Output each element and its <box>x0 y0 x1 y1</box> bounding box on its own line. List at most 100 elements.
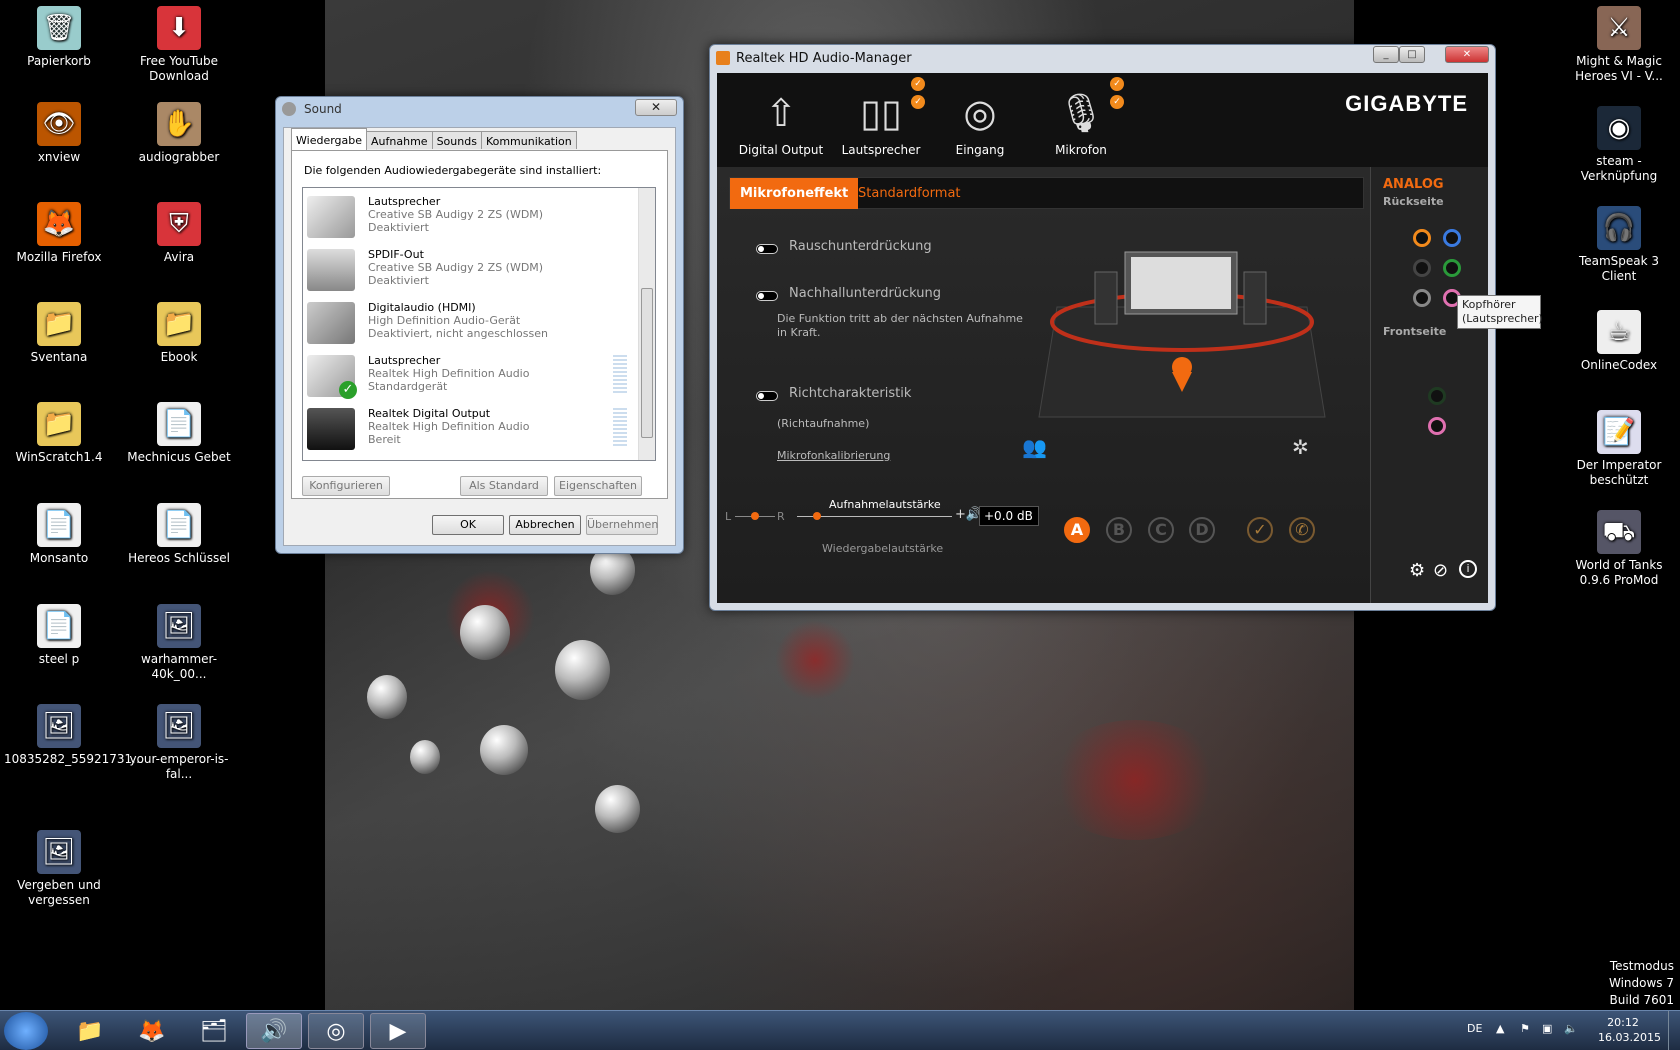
back-panel-label: Rückseite <box>1383 195 1444 208</box>
desktop-icon[interactable]: ⬇ Free YouTube Download <box>124 6 234 84</box>
list-item[interactable]: Digitalaudio (HDMI) High Definition Audio… <box>303 298 633 348</box>
desktop-icon[interactable]: 🗑 Papierkorb <box>4 6 114 69</box>
tab-aufnahme[interactable]: Aufnahme <box>366 131 433 149</box>
jack-green[interactable] <box>1443 259 1461 277</box>
maximize-button[interactable]: □ <box>1399 46 1425 63</box>
jack-gray[interactable] <box>1413 289 1431 307</box>
device-desc: Creative SB Audigy 2 ZS (WDM) <box>368 208 544 221</box>
settings-icon[interactable]: ⚙ <box>1409 560 1425 581</box>
jack-front-pink[interactable] <box>1428 417 1446 435</box>
nav-digital-output[interactable]: ⇧ Digital Output <box>731 83 831 157</box>
language-indicator[interactable]: DE <box>1467 1022 1482 1035</box>
minimize-button[interactable]: _ <box>1373 46 1399 63</box>
list-item[interactable]: Lautsprecher Creative SB Audigy 2 ZS (WDM… <box>303 192 633 242</box>
jack-black[interactable] <box>1413 259 1431 277</box>
desktop-icon[interactable]: 🖼 10835282_55921731... <box>4 704 144 767</box>
jack-orange[interactable] <box>1413 229 1431 247</box>
network-icon[interactable]: ▣ <box>1542 1022 1552 1035</box>
desktop-icon[interactable]: ⚔ Might & Magic Heroes VI - V... <box>1564 6 1674 84</box>
tab-mikrofoneffekt[interactable]: Mikrofoneffekt <box>730 178 859 209</box>
media-player-icon[interactable]: ▶ <box>370 1013 426 1049</box>
profile-c-button[interactable]: C <box>1148 517 1174 543</box>
set-default-button[interactable]: Als Standard <box>460 476 548 496</box>
jack-front-green[interactable] <box>1428 387 1446 405</box>
cancel-button[interactable]: Abbrechen <box>509 515 581 535</box>
spdif-device-icon <box>307 249 355 291</box>
explorer-icon[interactable]: 📁 <box>62 1013 118 1049</box>
realtek-task-icon[interactable]: ◎ <box>308 1013 364 1049</box>
properties-button[interactable]: Eigenschaften <box>554 476 642 496</box>
desktop-icon[interactable]: 📄 Hereos Schlüssel <box>124 503 234 566</box>
ok-button[interactable]: OK <box>432 515 504 535</box>
desktop-icon[interactable]: ✋ audiograbber <box>124 102 234 165</box>
folder-icon[interactable]: 🗂 <box>186 1013 242 1049</box>
desktop-icon-label: warhammer-40k_00... <box>140 652 218 681</box>
desktop-icon[interactable]: 📄 steel p <box>4 604 114 667</box>
show-hidden-icons[interactable]: ▲ <box>1496 1022 1504 1035</box>
desktop-icon[interactable]: 🎧 TeamSpeak 3 Client <box>1564 206 1674 284</box>
configure-button[interactable]: Konfigurieren <box>302 476 390 496</box>
desktop-icon[interactable]: 🦊 Mozilla Firefox <box>4 202 114 265</box>
beamforming-sub: (Richtaufnahme) <box>777 417 870 430</box>
playback-panel: Die folgenden Audiowiedergabegeräte sind… <box>291 150 668 499</box>
wrench-icon[interactable]: ⊘ <box>1433 560 1448 581</box>
wallpaper-detail <box>595 785 640 833</box>
clock[interactable]: 20:12 16.03.2015 <box>1598 1015 1661 1045</box>
sound-task-icon[interactable]: 🔊 <box>246 1013 302 1049</box>
profile-a-button[interactable]: A <box>1064 517 1090 543</box>
tab-wiedergabe[interactable]: Wiedergabe <box>291 128 368 150</box>
profile-b-button[interactable]: B <box>1106 517 1132 543</box>
desktop-icon-label: Mechnicus Gebet <box>127 450 231 464</box>
desktop-icon[interactable]: 🖼 warhammer-40k_00... <box>124 604 234 682</box>
flag-icon[interactable]: ⚑ <box>1520 1022 1530 1035</box>
balance-left: L <box>725 510 732 523</box>
show-desktop-button[interactable] <box>1668 1011 1680 1050</box>
record-volume-thumb[interactable] <box>813 512 821 520</box>
desktop-icon[interactable]: 📝 Der Imperator beschützt <box>1564 410 1674 488</box>
list-item[interactable]: SPDIF-Out Creative SB Audigy 2 ZS (WDM) De… <box>303 245 633 295</box>
start-button[interactable] <box>4 1012 48 1050</box>
close-button[interactable]: ✕ <box>635 99 677 116</box>
nav-eingang[interactable]: ◎ Eingang <box>930 83 1030 157</box>
desktop-icon[interactable]: 📁 Ebook <box>124 302 234 365</box>
desktop-icon[interactable]: 👁 xnview <box>4 102 114 165</box>
desktop-icon[interactable]: ◉ steam - Verknüpfung <box>1564 106 1674 184</box>
desktop-icon[interactable]: 🖼 Vergeben und vergessen <box>4 830 114 908</box>
jack-blue[interactable] <box>1443 229 1461 247</box>
desktop-icon[interactable]: 📁 Sventana <box>4 302 114 365</box>
scrollbar[interactable] <box>638 188 655 460</box>
apply-button[interactable]: Übernehmen <box>586 515 658 535</box>
close-button[interactable]: ✕ <box>1445 46 1489 63</box>
list-item[interactable]: ✓ Lautsprecher Realtek High Definition Au… <box>303 351 633 401</box>
balance-thumb[interactable] <box>751 512 759 520</box>
tab-sounds[interactable]: Sounds <box>431 131 482 149</box>
desktop-icon[interactable]: 🖼 your-emperor-is-fal... <box>124 704 234 782</box>
desktop-icon[interactable]: ⛟ World of Tanks 0.9.6 ProMod <box>1564 510 1674 588</box>
fan-icon[interactable]: ✲ <box>1292 435 1309 459</box>
watermark-line: Build 7601 <box>1609 993 1674 1007</box>
volume-icon[interactable]: 🔈 <box>1564 1022 1578 1035</box>
db-value-field[interactable]: +0.0 dB <box>979 506 1039 526</box>
profile-d-button[interactable]: D <box>1189 517 1215 543</box>
desktop-icon[interactable]: 📁 WinScratch1.4 <box>4 402 114 465</box>
echo-cancellation-toggle[interactable] <box>756 291 778 301</box>
desktop-icon[interactable]: ☕ OnlineCodex <box>1564 310 1674 373</box>
phone-icon[interactable]: ✆ <box>1289 517 1315 543</box>
mic-calibration-link[interactable]: Mikrofonkalibrierung <box>777 449 890 462</box>
desktop-icon[interactable]: ⛨ Avira <box>124 202 234 265</box>
info-icon[interactable]: i <box>1459 560 1477 578</box>
desktop-icon[interactable]: 📄 Mechnicus Gebet <box>124 402 234 465</box>
sound-body: Wiedergabe Aufnahme Sounds Kommunikation… <box>283 127 676 546</box>
firefox-icon[interactable]: 🦊 <box>124 1013 180 1049</box>
tab-kommunikation[interactable]: Kommunikation <box>480 131 577 149</box>
desktop-icon[interactable]: 📄 Monsanto <box>4 503 114 566</box>
noise-suppression-toggle[interactable] <box>756 244 778 254</box>
beamforming-toggle[interactable] <box>756 391 778 401</box>
confirm-icon[interactable]: ✓ <box>1247 517 1273 543</box>
device-list-hint: Die folgenden Audiowiedergabegeräte sind… <box>304 164 602 177</box>
persons-icon[interactable]: 👥 <box>1022 435 1047 459</box>
tab-standardformat[interactable]: Standardformat <box>848 178 971 209</box>
list-item[interactable]: Realtek Digital Output Realtek High Defin… <box>303 404 633 454</box>
scrollbar-thumb[interactable] <box>641 288 653 438</box>
device-list: Lautsprecher Creative SB Audigy 2 ZS (WDM… <box>302 187 656 461</box>
